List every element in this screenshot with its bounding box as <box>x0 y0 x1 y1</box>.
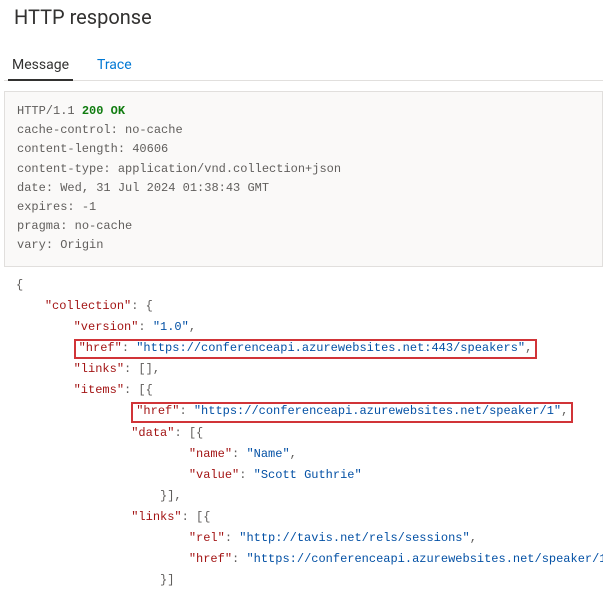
tab-trace[interactable]: Trace <box>97 51 132 80</box>
http-headers-panel: HTTP/1.1 200 OK cache-control: no-cache … <box>4 91 603 267</box>
json-links-key: "links" <box>74 362 124 376</box>
highlight-item-href: "href": "https://conferenceapi.azurewebs… <box>131 402 573 423</box>
h-content-length-v: 40606 <box>132 142 168 156</box>
json-href2-val: "https://conferenceapi.azurewebsites.net… <box>246 552 603 566</box>
json-collection-key: "collection" <box>45 299 131 313</box>
json-name-key: "name" <box>189 447 232 461</box>
h-pragma-v: no-cache <box>75 219 133 233</box>
json-value-val: "Scott Guthrie" <box>254 468 362 482</box>
h-content-type-v: application/vnd.collection+json <box>118 162 341 176</box>
http-body-panel: { "collection": { "version": "1.0", "hre… <box>4 267 603 591</box>
tab-bar: Message Trace <box>4 51 603 81</box>
h-expires-k: expires <box>17 200 67 214</box>
http-protocol: HTTP/1.1 <box>17 104 75 118</box>
highlight-collection-href: "href": "https://conferenceapi.azurewebs… <box>74 339 538 360</box>
h-vary-k: vary <box>17 238 46 252</box>
h-content-length-k: content-length <box>17 142 118 156</box>
h-cache-control-k: cache-control <box>17 123 111 137</box>
h-cache-control-v: no-cache <box>125 123 183 137</box>
json-name-val: "Name" <box>246 447 289 461</box>
json-items-key: "items" <box>74 383 124 397</box>
h-content-type-k: content-type <box>17 162 103 176</box>
json-href-val: "https://conferenceapi.azurewebsites.net… <box>136 341 525 355</box>
json-item-href-key: "href" <box>136 404 179 418</box>
h-vary-v: Origin <box>60 238 103 252</box>
h-pragma-k: pragma <box>17 219 60 233</box>
json-href-key: "href" <box>79 341 122 355</box>
json-version-val: "1.0" <box>153 320 189 334</box>
json-data-key: "data" <box>131 426 174 440</box>
tab-message[interactable]: Message <box>12 51 69 80</box>
h-date-v: Wed, 31 Jul 2024 01:38:43 GMT <box>60 181 269 195</box>
page-title: HTTP response <box>14 5 603 29</box>
h-date-k: date <box>17 181 46 195</box>
json-value-key: "value" <box>189 468 239 482</box>
json-rel-val: "http://tavis.net/rels/sessions" <box>239 531 469 545</box>
json-href2-key: "href" <box>189 552 232 566</box>
json-version-key: "version" <box>74 320 139 334</box>
json-links2-key: "links" <box>131 510 181 524</box>
json-item-href-val: "https://conferenceapi.azurewebsites.net… <box>194 404 561 418</box>
http-status: 200 OK <box>82 104 125 118</box>
json-rel-key: "rel" <box>189 531 225 545</box>
h-expires-v: -1 <box>82 200 96 214</box>
